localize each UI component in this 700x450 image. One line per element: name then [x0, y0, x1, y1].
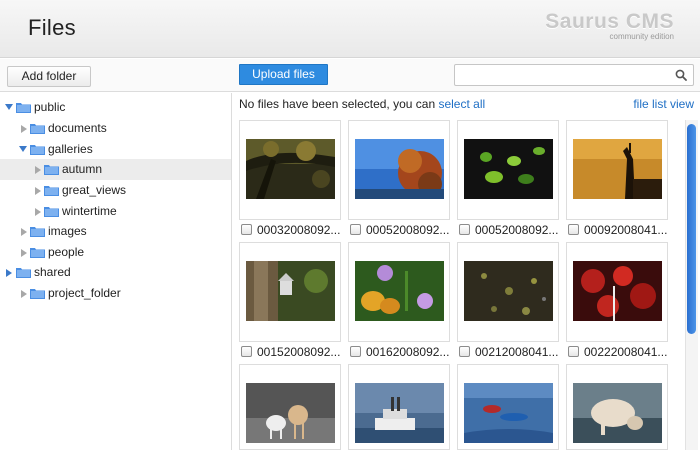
tree-item-documents[interactable]: documents	[0, 118, 231, 139]
file-checkbox[interactable]	[241, 224, 252, 235]
file-thumbnail[interactable]	[355, 261, 444, 321]
file-name: 00212008041...	[475, 345, 559, 359]
collapsed-arrow-icon[interactable]	[21, 228, 27, 236]
file-name: 00052008092...	[475, 223, 559, 237]
folder-icon	[16, 268, 31, 278]
tree-item-autumn[interactable]: autumn	[0, 159, 231, 180]
tree-item-wintertime[interactable]: wintertime	[0, 201, 231, 222]
folder-icon	[30, 289, 45, 299]
file-checkbox[interactable]	[459, 224, 470, 235]
file-thumbnail[interactable]	[246, 383, 335, 443]
tree-label: autumn	[62, 162, 103, 176]
file-name: 00032008092...	[257, 223, 341, 237]
file-tile[interactable]	[566, 364, 668, 450]
tree-label: galleries	[48, 142, 93, 156]
select-all-link[interactable]: select all	[438, 97, 485, 111]
collapsed-arrow-icon[interactable]	[35, 208, 41, 216]
file-tile[interactable]	[457, 364, 559, 450]
file-thumbnail[interactable]	[355, 139, 444, 199]
collapsed-arrow-icon[interactable]	[6, 269, 12, 277]
folder-icon	[30, 145, 45, 155]
add-folder-button[interactable]: Add folder	[7, 66, 91, 87]
tree-item-images[interactable]: images	[0, 221, 231, 242]
tree-item-galleries[interactable]: galleries	[0, 139, 231, 160]
tree-label: public	[34, 100, 66, 114]
file-thumbnail[interactable]	[464, 139, 553, 199]
file-tile[interactable]	[457, 120, 559, 220]
file-thumbnail[interactable]	[573, 261, 662, 321]
tree-item-shared[interactable]: shared	[0, 262, 231, 283]
folder-icon	[16, 103, 31, 113]
file-thumbnail[interactable]	[464, 261, 553, 321]
folder-icon	[44, 186, 59, 196]
file-checkbox[interactable]	[568, 346, 579, 357]
collapsed-arrow-icon[interactable]	[21, 125, 27, 133]
tree-item-people[interactable]: people	[0, 242, 231, 263]
page-title: Files	[28, 15, 76, 40]
upload-files-button[interactable]: Upload files	[239, 64, 328, 85]
file-list-view-link[interactable]: file list view	[633, 97, 694, 111]
search-input[interactable]	[459, 67, 669, 83]
collapsed-arrow-icon[interactable]	[35, 166, 41, 174]
collapsed-arrow-icon[interactable]	[35, 187, 41, 195]
folder-icon	[30, 124, 45, 134]
toolbar: Add folder Upload files	[0, 59, 700, 92]
file-thumbnail[interactable]	[573, 383, 662, 443]
expanded-arrow-icon[interactable]	[5, 104, 13, 110]
tree-label: wintertime	[62, 204, 117, 218]
folder-icon	[44, 165, 59, 175]
file-tile[interactable]	[239, 364, 341, 450]
search-icon[interactable]	[675, 69, 687, 81]
tree-label: images	[48, 224, 87, 238]
file-thumbnail[interactable]	[355, 383, 444, 443]
file-tile[interactable]	[457, 242, 559, 342]
file-tile[interactable]	[348, 364, 450, 450]
folder-icon	[30, 227, 45, 237]
file-tile[interactable]	[239, 242, 341, 342]
file-tile[interactable]	[348, 242, 450, 342]
tree-item-public[interactable]: public	[0, 97, 231, 118]
file-thumbnail[interactable]	[246, 261, 335, 321]
collapsed-arrow-icon[interactable]	[21, 249, 27, 257]
file-checkbox[interactable]	[568, 224, 579, 235]
tree-label: project_folder	[48, 286, 121, 300]
file-name: 00052008092...	[366, 223, 450, 237]
folder-icon	[30, 248, 45, 258]
tree-label: great_views	[62, 183, 127, 197]
file-tile[interactable]	[566, 120, 668, 220]
file-name: 00152008092...	[257, 345, 341, 359]
search-box	[454, 64, 694, 86]
expanded-arrow-icon[interactable]	[19, 146, 27, 152]
file-tile[interactable]	[239, 120, 341, 220]
file-thumbnail[interactable]	[246, 139, 335, 199]
tree-item-great-views[interactable]: great_views	[0, 180, 231, 201]
file-thumbnail[interactable]	[573, 139, 662, 199]
folder-icon	[44, 207, 59, 217]
file-thumbnail[interactable]	[464, 383, 553, 443]
file-name: 00162008092...	[366, 345, 450, 359]
file-name: 00092008041...	[584, 223, 668, 237]
folder-tree: public documents galleries autumn great_…	[0, 93, 232, 450]
scrollbar-thumb[interactable]	[687, 124, 696, 334]
file-checkbox[interactable]	[241, 346, 252, 357]
file-checkbox[interactable]	[350, 224, 361, 235]
collapsed-arrow-icon[interactable]	[21, 290, 27, 298]
tree-label: people	[48, 245, 85, 259]
file-tile[interactable]	[566, 242, 668, 342]
selection-status: No files have been selected, you can sel…	[239, 97, 485, 111]
file-tile[interactable]	[348, 120, 450, 220]
brand-logo: Saurus CMS community edition	[545, 10, 674, 41]
file-name: 00222008041...	[584, 345, 668, 359]
tree-label: documents	[48, 121, 107, 135]
status-text: No files have been selected, you can	[239, 97, 436, 111]
tree-label: shared	[34, 265, 71, 279]
brand-name: Saurus CMS	[545, 10, 674, 33]
app-header: Files Saurus CMS community edition	[0, 0, 700, 58]
tree-item-project-folder[interactable]: project_folder	[0, 283, 231, 304]
file-checkbox[interactable]	[350, 346, 361, 357]
file-checkbox[interactable]	[459, 346, 470, 357]
